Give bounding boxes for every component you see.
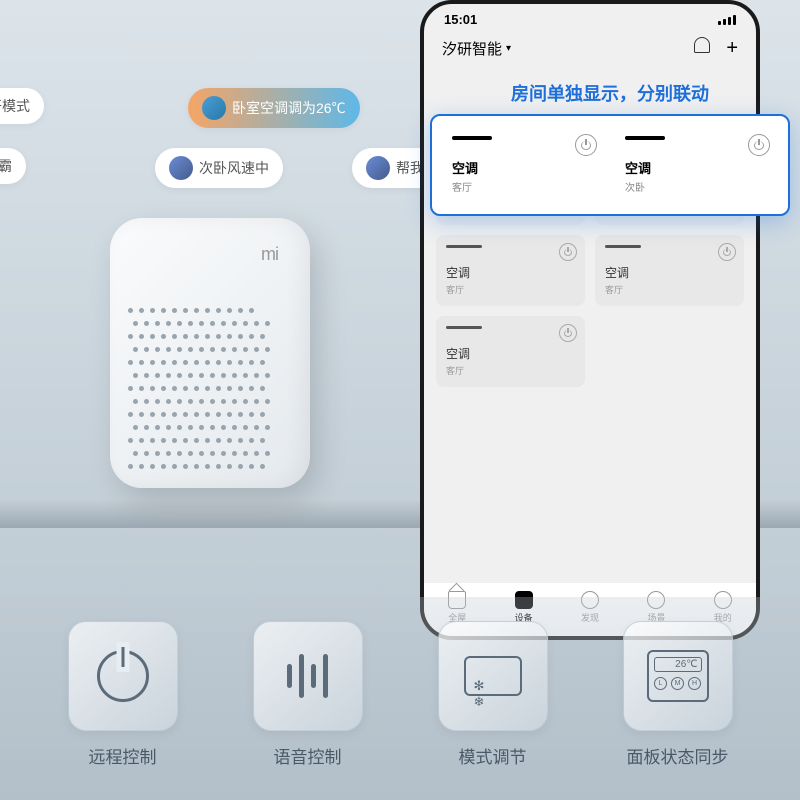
device-card[interactable]: 空调客厅 [442,126,605,204]
callout-label: 房间单独显示，分别联动 [430,80,790,106]
feature-icon-box [438,621,548,731]
mode-icon [464,656,522,696]
app-title-dropdown[interactable]: 汐研智能▾ [442,38,511,59]
smart-speaker: mi [110,218,320,508]
device-room: 客厅 [605,283,734,296]
signal-icon [718,15,736,25]
feature-label: 面板状态同步 [627,743,729,768]
panel-icon: 26℃LMH [647,650,709,702]
add-icon[interactable]: + [726,37,738,60]
feature-icon-box [68,621,178,731]
device-icon [452,136,492,140]
status-bar: 15:01 [424,4,756,31]
feature-label: 模式调节 [459,743,527,768]
device-room: 次卧 [625,179,768,194]
device-card[interactable]: 空调客厅 [436,235,585,306]
speaker-logo: mi [261,244,278,265]
device-room: 客厅 [452,179,595,194]
device-card[interactable]: 空调客厅 [436,316,585,387]
device-icon [446,245,482,248]
power-icon [97,650,149,702]
feature-item: 26℃LMH 面板状态同步 [623,621,733,768]
voice-bubble: 我开模式 [0,88,44,124]
avatar-icon [169,156,193,180]
power-icon[interactable] [559,324,577,342]
device-name: 空调 [625,158,768,177]
device-icon [605,245,641,248]
device-icon [625,136,665,140]
notifications-icon[interactable] [694,37,710,53]
avatar-icon [366,156,390,180]
feature-row: 远程控制 语音控制 模式调节 26℃LMH 面板状态同步 [0,597,800,800]
feature-icon-box [253,621,363,731]
power-icon[interactable] [559,243,577,261]
feature-item: 模式调节 [438,621,548,768]
feature-label: 远程控制 [89,743,157,768]
voice-bubble: 浴霸 [0,148,26,184]
power-icon[interactable] [748,134,770,156]
device-name: 空调 [446,345,575,362]
voice-bubble: 次卧风速中 [155,148,283,188]
device-name: 空调 [446,264,575,281]
device-name: 空调 [452,158,595,177]
voice-bubble: 卧室空调调为26℃ [188,88,360,128]
voice-icon [287,654,328,698]
device-name: 空调 [605,264,734,281]
app-header: 汐研智能▾ + [424,31,756,70]
feature-item: 远程控制 [68,621,178,768]
feature-item: 语音控制 [253,621,363,768]
avatar-icon [202,96,226,120]
status-time: 15:01 [444,12,477,27]
device-room: 客厅 [446,283,575,296]
power-icon[interactable] [718,243,736,261]
device-card[interactable]: 空调次卧 [615,126,778,204]
feature-label: 语音控制 [274,743,342,768]
callout-overlay: 房间单独显示，分别联动 空调客厅空调次卧 [430,80,790,216]
device-card[interactable]: 空调客厅 [595,235,744,306]
device-room: 客厅 [446,364,575,377]
feature-icon-box: 26℃LMH [623,621,733,731]
device-icon [446,326,482,329]
power-icon[interactable] [575,134,597,156]
